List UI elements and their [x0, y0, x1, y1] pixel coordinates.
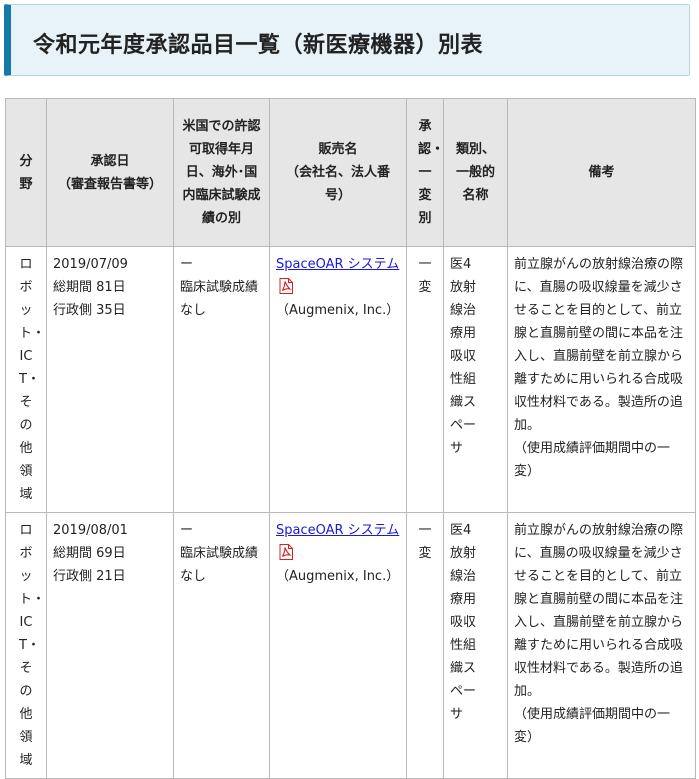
page-title: 令和元年度承認品目一覧（新医療機器）別表: [33, 33, 484, 58]
table-row: ロボット・ICT・その他領域 2019/07/09 総期間 81日 行政側 35…: [5, 246, 696, 513]
cell-approval-date: 2019/08/01 総期間 69日 行政側 21日: [46, 512, 174, 779]
product-link[interactable]: SpaceOAR システム: [276, 523, 399, 538]
pdf-icon[interactable]: [279, 544, 293, 560]
header-us-approval: 米国での許認可取得年月日、海外･国内臨床試験成績の別: [173, 98, 270, 247]
header-approval-type: 承認・一変別: [406, 98, 444, 247]
page-title-box: 令和元年度承認品目一覧（新医療機器）別表: [4, 4, 690, 76]
pdf-icon[interactable]: [279, 278, 293, 294]
table-row: ロボット・ICT・その他領域 2019/08/01 総期間 69日 行政側 21…: [5, 512, 696, 779]
cell-seller: SpaceOAR システム （Augmenix, Inc.）: [269, 246, 407, 513]
cell-category: 医4放射線治療用吸収性組織スペーサ: [443, 246, 508, 513]
table-header-row: 分野 承認日 （審査報告書等） 米国での許認可取得年月日、海外･国内臨床試験成績…: [5, 98, 696, 247]
cell-approval-type: 一変: [406, 246, 444, 513]
cell-seller: SpaceOAR システム （Augmenix, Inc.）: [269, 512, 407, 779]
header-field: 分野: [5, 98, 47, 247]
header-remarks: 備考: [507, 98, 696, 247]
cell-approval-type: 一変: [406, 512, 444, 779]
header-category: 類別、一般的名称: [443, 98, 508, 247]
product-link[interactable]: SpaceOAR システム: [276, 257, 399, 272]
cell-approval-date: 2019/07/09 総期間 81日 行政側 35日: [46, 246, 174, 513]
cell-category: 医4放射線治療用吸収性組織スペーサ: [443, 512, 508, 779]
header-seller: 販売名 （会社名、法人番号）: [269, 98, 407, 247]
cell-us-approval: ー 臨床試験成績なし: [173, 512, 270, 779]
cell-remarks: 前立腺がんの放射線治療の際に、直腸の吸収線量を減少させることを目的として、前立腺…: [507, 512, 696, 779]
approval-table: 分野 承認日 （審査報告書等） 米国での許認可取得年月日、海外･国内臨床試験成績…: [5, 98, 696, 779]
header-approval-date: 承認日 （審査報告書等）: [46, 98, 174, 247]
cell-field: ロボット・ICT・その他領域: [5, 246, 47, 513]
cell-field: ロボット・ICT・その他領域: [5, 512, 47, 779]
cell-us-approval: ー 臨床試験成績なし: [173, 246, 270, 513]
cell-remarks: 前立腺がんの放射線治療の際に、直腸の吸収線量を減少させることを目的として、前立腺…: [507, 246, 696, 513]
